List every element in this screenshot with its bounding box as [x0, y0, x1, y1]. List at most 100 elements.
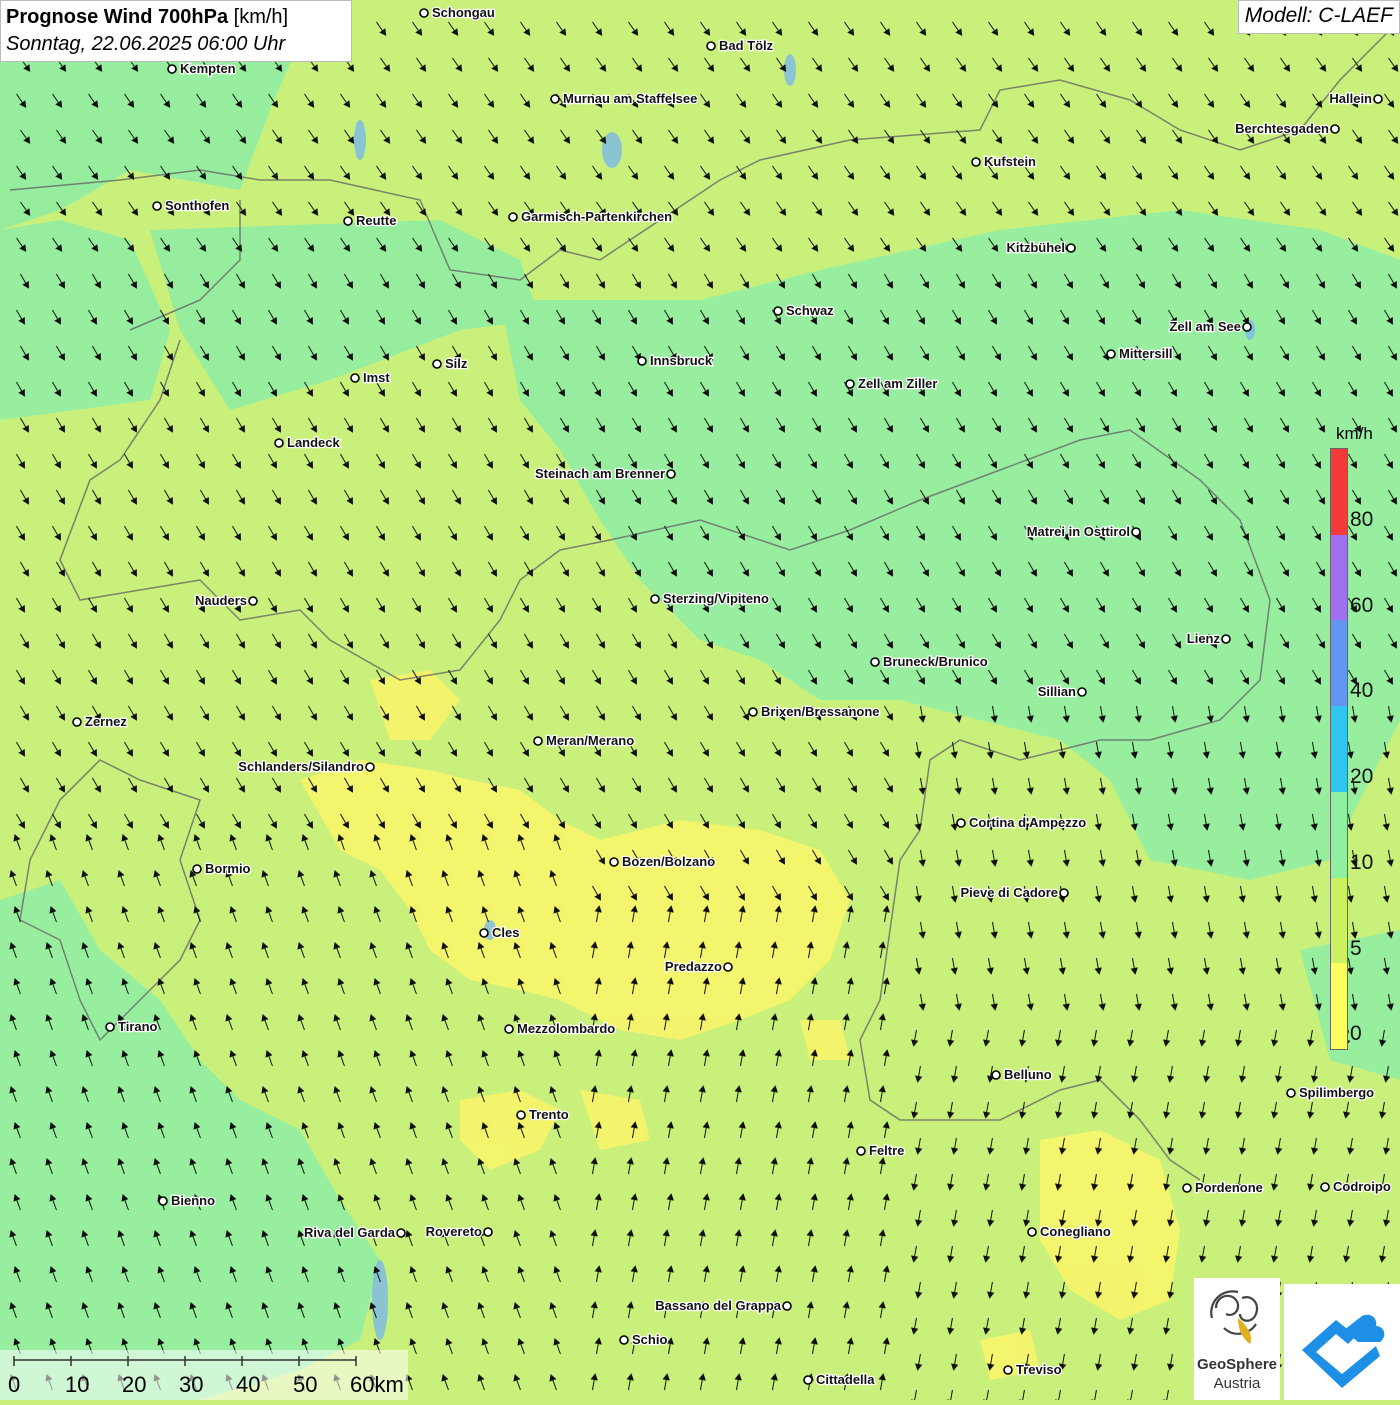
scale-label: 60km	[350, 1372, 404, 1397]
place-marker-icon	[723, 962, 733, 972]
color-legend: km/h 80 60 40 20 10 5 0	[1328, 420, 1398, 1060]
place-marker-icon	[706, 41, 716, 51]
scale-bar: 0 10 20 30 40 50 60km	[0, 1350, 408, 1400]
place-label: Schlanders/Silandro	[238, 759, 364, 774]
map-title: Prognose Wind 700hPa [km/h]	[6, 4, 346, 31]
place-label: Mittersill	[1119, 346, 1172, 361]
place-kitzb-hel[interactable]: Kitzbühel	[1005, 239, 1076, 256]
place-label: Rovereto	[426, 1224, 482, 1239]
place-marker-icon	[158, 1196, 168, 1206]
place-label: Trento	[529, 1107, 569, 1122]
place-marker-icon	[782, 1301, 792, 1311]
place-steinach-am-brenner[interactable]: Steinach am Brenner	[534, 465, 676, 482]
place-label: Pieve di Cadore	[960, 885, 1058, 900]
place-marker-icon	[343, 216, 353, 226]
place-label: Garmisch-Partenkirchen	[521, 209, 672, 224]
place-schongau[interactable]: Schongau	[419, 4, 496, 21]
place-meran-merano[interactable]: Meran/Merano	[533, 732, 635, 749]
place-innsbruck[interactable]: Innsbruck	[637, 352, 714, 369]
app-logo[interactable]	[1284, 1284, 1400, 1400]
place-marker-icon	[1066, 243, 1076, 253]
legend-tick-label: 20	[1350, 765, 1374, 789]
place-mezzolombardo[interactable]: Mezzolombardo	[504, 1020, 617, 1037]
place-cortina-d-ampezzo[interactable]: Cortina d'Ampezzo	[956, 814, 1088, 831]
place-label: Kitzbühel	[1007, 240, 1066, 255]
place-marker-icon	[956, 818, 966, 828]
place-marker-icon	[550, 94, 560, 104]
place-pordenone[interactable]: Pordenone	[1182, 1179, 1264, 1196]
place-label: Silz	[445, 356, 468, 371]
place-marker-icon	[365, 762, 375, 772]
place-label: Treviso	[1016, 1362, 1062, 1377]
scale-label: 50	[293, 1372, 318, 1397]
place-label: Bassano del Grappa	[655, 1298, 781, 1313]
place-marker-icon	[991, 1070, 1001, 1080]
place-marker-icon	[350, 373, 360, 383]
place-label: Innsbruck	[650, 353, 713, 368]
geosphere-mark-icon	[1210, 1290, 1259, 1344]
place-marker-icon	[508, 212, 518, 222]
place-matrei-in-osttirol[interactable]: Matrei in Osttirol	[1025, 523, 1141, 540]
place-label: Schio	[632, 1332, 667, 1347]
place-label: Bad Tölz	[719, 38, 774, 53]
place-sonthofen[interactable]: Sonthofen	[152, 197, 231, 214]
legend-color-segment	[1331, 791, 1347, 878]
legend-color-segment	[1331, 449, 1347, 535]
place-conegliano[interactable]: Conegliano	[1027, 1223, 1112, 1240]
wind-map[interactable]: Schongau Bad Tölz Kempten Hallein Murnau am …	[0, 0, 1400, 1400]
place-zell-am-ziller[interactable]: Zell am Ziller	[845, 375, 939, 392]
place-marker-icon	[666, 469, 676, 479]
place-marker-icon	[167, 64, 177, 74]
place-berchtesgaden[interactable]: Berchtesgaden	[1234, 120, 1340, 137]
place-marker-icon	[1003, 1365, 1013, 1375]
place-marker-icon	[1027, 1227, 1037, 1237]
place-marker-icon	[1131, 527, 1141, 537]
place-marker-icon	[971, 157, 981, 167]
legend-tick-label: 5	[1350, 936, 1362, 960]
forecast-datetime: Sonntag, 22.06.2025 06:00 Uhr	[6, 33, 286, 55]
place-predazzo[interactable]: Predazzo	[664, 958, 733, 975]
place-brixen-bressanone[interactable]: Brixen/Bressanone	[748, 703, 881, 720]
place-sterzing-vipiteno[interactable]: Sterzing/Vipiteno	[650, 590, 770, 607]
place-marker-icon	[1221, 634, 1231, 644]
place-marker-icon	[1059, 888, 1069, 898]
place-label: Belluno	[1004, 1067, 1052, 1082]
place-label: Kufstein	[984, 154, 1036, 169]
place-label: Lienz	[1187, 631, 1221, 646]
place-marker-icon	[274, 438, 284, 448]
place-label: Sterzing/Vipiteno	[663, 591, 769, 606]
place-marker-icon	[1106, 349, 1116, 359]
scale-label: 40	[236, 1372, 261, 1397]
place-bassano-del-grappa[interactable]: Bassano del Grappa	[654, 1297, 792, 1314]
place-pieve-di-cadore[interactable]: Pieve di Cadore	[959, 884, 1069, 901]
place-label: Matrei in Osttirol	[1027, 524, 1130, 539]
place-bruneck-brunico[interactable]: Bruneck/Brunico	[870, 653, 989, 670]
place-label: Bruneck/Brunico	[883, 654, 988, 669]
place-murnau-am-staffelsee[interactable]: Murnau am Staffelsee	[550, 90, 699, 107]
scale-label: 20	[122, 1372, 147, 1397]
place-label: Conegliano	[1040, 1224, 1111, 1239]
place-marker-icon	[637, 356, 647, 366]
place-riva-del-garda[interactable]: Riva del Garda	[303, 1224, 406, 1241]
map-title-unit: [km/h]	[233, 6, 289, 28]
model-label: Modell: C-LAEF	[1237, 0, 1400, 34]
place-label: Tirano	[118, 1019, 158, 1034]
place-schlanders-silandro[interactable]: Schlanders/Silandro	[237, 758, 375, 775]
place-spilimbergo[interactable]: Spilimbergo	[1286, 1084, 1375, 1101]
legend-color-segment	[1331, 877, 1347, 964]
place-marker-icon	[1320, 1182, 1330, 1192]
place-marker-icon	[1286, 1088, 1296, 1098]
place-garmisch-partenkirchen[interactable]: Garmisch-Partenkirchen	[508, 208, 673, 225]
weather-app-icon	[1302, 1314, 1385, 1388]
place-label: Brixen/Bressanone	[761, 704, 880, 719]
legend-tick-label: 40	[1350, 679, 1374, 703]
place-zell-am-see[interactable]: Zell am See	[1168, 318, 1252, 335]
map-title-main: Prognose Wind 700hPa	[6, 6, 229, 28]
place-bozen-bolzano[interactable]: Bozen/Bolzano	[609, 853, 716, 870]
place-marker-icon	[748, 707, 758, 717]
place-label: Sillian	[1038, 684, 1076, 699]
place-label: Bozen/Bolzano	[622, 854, 715, 869]
place-marker-icon	[856, 1146, 866, 1156]
legend-color-segment	[1331, 706, 1347, 792]
geosphere-logo[interactable]: GeoSphere Austria	[1194, 1278, 1280, 1400]
